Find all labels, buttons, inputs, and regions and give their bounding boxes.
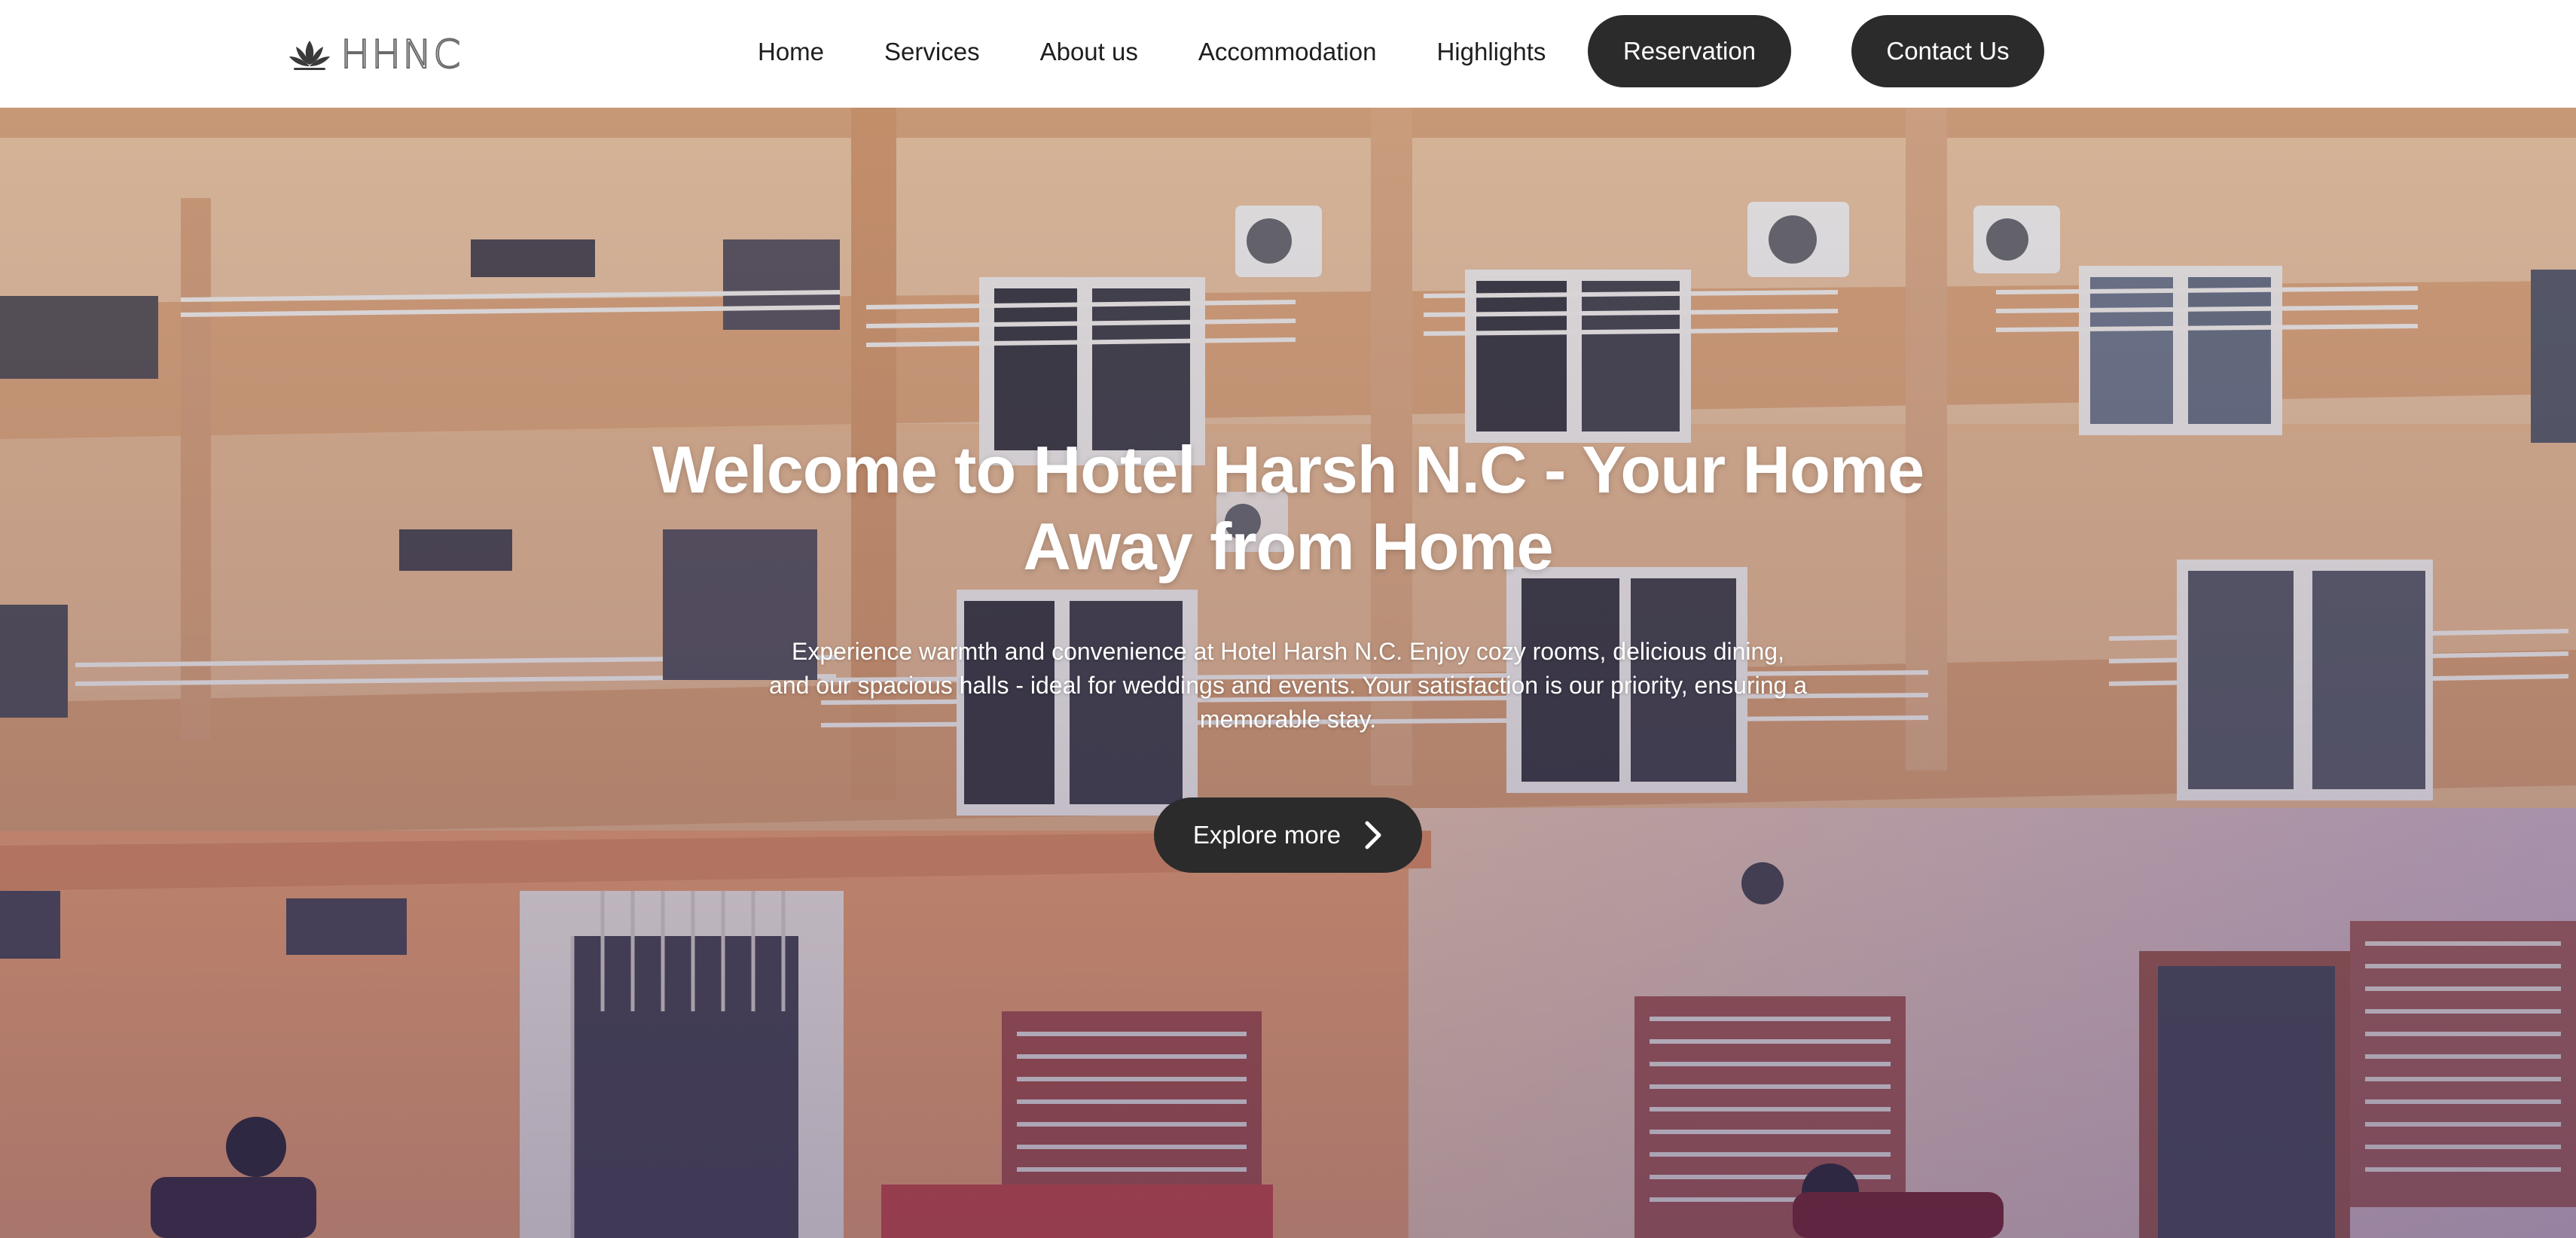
nav-about-us[interactable]: About us [1040, 30, 1138, 74]
reservation-button[interactable]: Reservation [1588, 15, 1791, 87]
hero-section: Welcome to Hotel Harsh N.C - Your Home A… [0, 108, 2576, 1238]
site-logo[interactable]: HHNC [288, 32, 462, 78]
nav-highlights[interactable]: Highlights [1436, 30, 1546, 74]
nav-accommodation[interactable]: Accommodation [1198, 30, 1377, 74]
logo-text: HHNC [340, 32, 462, 78]
main-nav: Home Services About us Accommodation Hig… [758, 30, 1546, 74]
chevron-right-icon [1365, 821, 1381, 849]
nav-home[interactable]: Home [758, 30, 824, 74]
site-header: HHNC Home Services About us Accommodatio… [0, 0, 2576, 108]
lotus-icon [289, 41, 330, 70]
nav-services[interactable]: Services [884, 30, 980, 74]
hero-title: Welcome to Hotel Harsh N.C - Your Home A… [652, 432, 1924, 584]
hero-subtitle: Experience warmth and convenience at Hot… [769, 638, 1807, 733]
hero-content: Welcome to Hotel Harsh N.C - Your Home A… [0, 108, 2576, 1238]
contact-us-button[interactable]: Contact Us [1851, 15, 2044, 87]
explore-more-button[interactable]: Explore more [1154, 797, 1422, 873]
explore-more-label: Explore more [1192, 821, 1341, 849]
